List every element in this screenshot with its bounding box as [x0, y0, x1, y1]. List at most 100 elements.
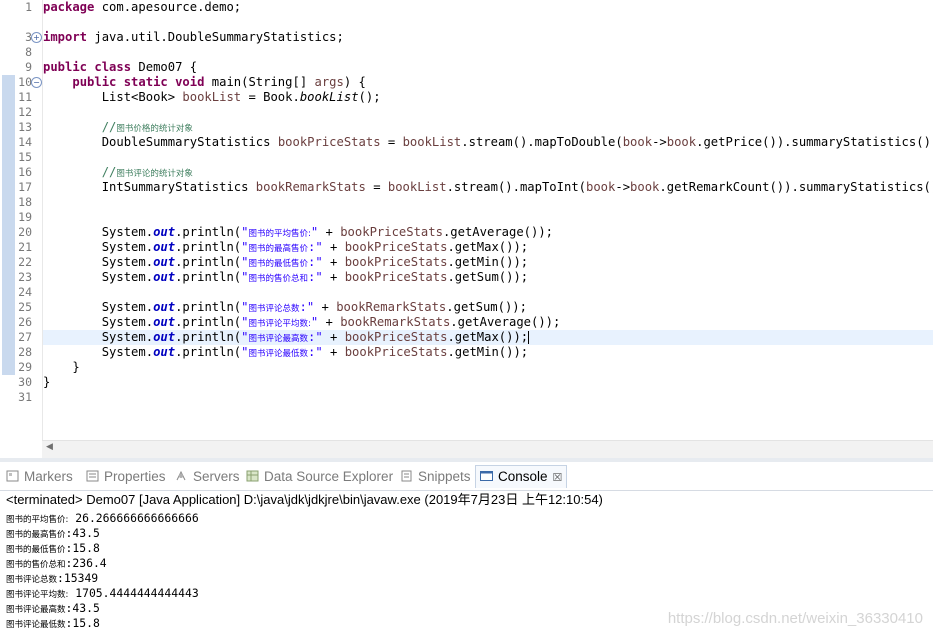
- variable: bookPriceStats: [344, 270, 448, 284]
- variable: book: [622, 135, 653, 149]
- code-text: .getAverage());: [450, 315, 561, 329]
- variable: bookPriceStats: [344, 240, 448, 254]
- tab-snippets[interactable]: Snippets: [400, 466, 471, 488]
- comment-prefix: //: [101, 165, 117, 179]
- code-text: = Book.: [241, 90, 300, 104]
- output-label: 图书评论最低数: [6, 620, 66, 630]
- view-tab-bar: Markers Properties Servers Data Source E…: [0, 462, 933, 491]
- output-value: 1705.4444444444443: [68, 586, 199, 600]
- tab-label: Markers: [24, 469, 73, 484]
- line-number: 26: [18, 315, 32, 329]
- string-literal: "图书的最低售价:": [241, 255, 323, 269]
- line-number: 24: [18, 285, 32, 299]
- expand-icon[interactable]: +: [31, 32, 42, 43]
- static-field: out: [153, 330, 176, 344]
- line-number: 30: [18, 375, 32, 389]
- comment: //图书评论的统计对象: [102, 165, 193, 179]
- tab-data-source-explorer[interactable]: Data Source Explorer: [246, 466, 393, 488]
- comment-text: 图书评论的统计对象: [116, 169, 193, 179]
- code-text: .println(: [175, 330, 242, 344]
- tab-servers[interactable]: Servers: [175, 466, 240, 488]
- code-line: System.out.println("图书的最低售价:" + bookPric…: [43, 255, 933, 270]
- line-number: 28: [18, 345, 32, 359]
- variable: bookRemarkStats: [336, 300, 447, 314]
- console-icon: [480, 471, 493, 481]
- code-text: =: [380, 135, 403, 149]
- console-line: 图书评论最低数:15.8: [6, 616, 100, 633]
- string-literal: "图书评论最低数:": [241, 345, 323, 359]
- code-line-current: System.out.println("图书评论最高数:" + bookPric…: [43, 330, 933, 345]
- comment-text: 图书价格的统计对象: [116, 124, 193, 134]
- code-text: ->: [615, 180, 631, 194]
- tab-properties[interactable]: Properties: [86, 466, 166, 488]
- code-text: ->: [652, 135, 667, 149]
- keyword: package: [43, 0, 95, 14]
- code-text: =: [365, 180, 388, 194]
- variable: bookList: [402, 135, 462, 149]
- variable: book: [666, 135, 697, 149]
- line-number: 8: [25, 45, 32, 59]
- code-text: +: [318, 315, 341, 329]
- code-line: public static void main(String[] args) {: [43, 75, 933, 90]
- code-text: List<Book>: [101, 90, 183, 104]
- output-value: :15349: [57, 571, 99, 585]
- code-line: public class Demo07 {: [43, 60, 933, 75]
- code-text: com.apesource.demo;: [94, 0, 242, 14]
- code-text: .println(: [175, 300, 242, 314]
- code-line: //图书评论的统计对象: [43, 165, 933, 180]
- output-label: 图书的最低售价: [6, 545, 66, 555]
- tab-label: Snippets: [418, 469, 471, 484]
- code-line: package com.apesource.demo;: [43, 0, 933, 15]
- code-text: +: [314, 300, 337, 314]
- string-quote: :": [308, 240, 323, 254]
- code-text-area[interactable]: package com.apesource.demo; import java.…: [43, 0, 933, 440]
- code-line: }: [43, 375, 933, 390]
- close-icon[interactable]: ☒: [553, 472, 563, 484]
- code-text: IntSummaryStatistics: [101, 180, 256, 194]
- string-text: 图书的最低售价: [248, 259, 308, 269]
- line-number: 1: [25, 0, 32, 14]
- console-status: <terminated> Demo07 [Java Application] D…: [6, 492, 603, 507]
- variable: bookList: [387, 180, 447, 194]
- code-line: System.out.println("图书的平均售价:" + bookPric…: [43, 225, 933, 240]
- line-number: 9: [25, 60, 32, 74]
- collapse-icon[interactable]: −: [31, 77, 42, 88]
- code-text: System.: [101, 315, 154, 329]
- tab-markers[interactable]: Markers: [6, 466, 73, 488]
- code-text: System.: [101, 225, 154, 239]
- output-label: 图书的售价总和: [6, 560, 66, 570]
- line-number: 12: [18, 105, 32, 119]
- string-literal: "图书的售价总和:": [241, 270, 323, 284]
- line-number: 18: [18, 195, 32, 209]
- code-text: }: [72, 360, 80, 374]
- code-text: .println(: [175, 270, 242, 284]
- properties-icon: [86, 470, 99, 482]
- text-cursor: [528, 331, 530, 344]
- code-text: .getMax());: [447, 330, 529, 344]
- variable: book: [586, 180, 616, 194]
- variable: bookPriceStats: [344, 345, 448, 359]
- variable: bookPriceStats: [344, 255, 448, 269]
- variable: args: [314, 75, 344, 89]
- static-field: out: [153, 225, 176, 239]
- code-text: System.: [101, 330, 154, 344]
- tab-label: Data Source Explorer: [264, 469, 394, 484]
- line-number: 10: [18, 75, 32, 89]
- code-editor[interactable]: 1 3 + 8 9 10 − 11 12 13 14 15 16 17 18 1…: [0, 0, 933, 458]
- variable: bookPriceStats: [340, 225, 443, 239]
- static-method: bookList: [299, 90, 359, 104]
- string-literal: "图书评论平均数:": [241, 315, 318, 329]
- code-line: List<Book> bookList = Book.bookList();: [43, 90, 933, 105]
- scroll-left-icon[interactable]: ◀: [46, 442, 53, 452]
- string-quote: :": [308, 345, 323, 359]
- horizontal-scrollbar[interactable]: ◀: [42, 440, 933, 458]
- string-text: 图书评论平均数:: [248, 319, 311, 329]
- string-literal: "图书评论最高数:": [241, 330, 323, 344]
- line-number: 25: [18, 300, 32, 314]
- static-field: out: [153, 240, 176, 254]
- code-line: System.out.println("图书的最高售价:" + bookPric…: [43, 240, 933, 255]
- code-text: .getMax());: [447, 240, 529, 254]
- tab-console[interactable]: Console ☒: [475, 465, 568, 488]
- line-number: 3: [25, 30, 32, 44]
- tab-label: Console: [498, 469, 548, 484]
